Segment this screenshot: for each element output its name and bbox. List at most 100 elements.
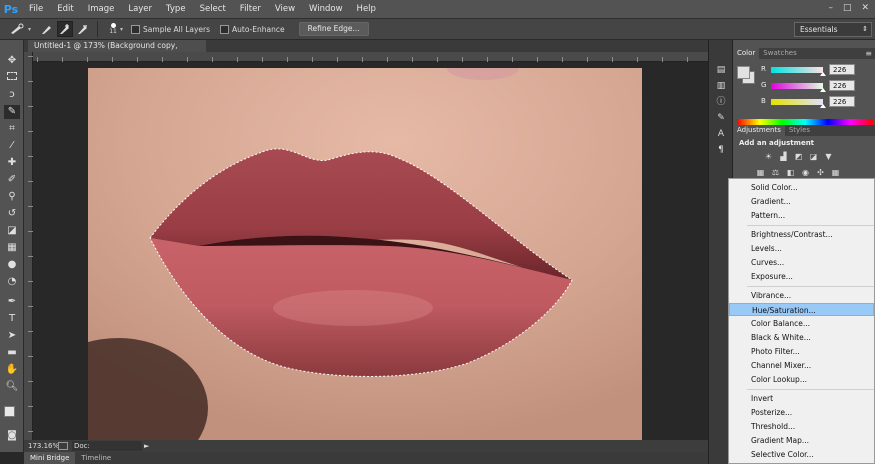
path-selection-tool-icon[interactable]: ➤ — [4, 329, 20, 343]
canvas-area[interactable] — [33, 62, 708, 440]
photo-filter-icon[interactable]: ◉ — [800, 168, 811, 178]
slider-green-track[interactable] — [771, 83, 823, 89]
menu-file[interactable]: File — [22, 0, 50, 18]
add-to-selection-brush-icon[interactable] — [57, 21, 74, 37]
brush-panel-icon[interactable]: ✎ — [715, 112, 727, 124]
slider-red[interactable]: R 226 — [761, 64, 875, 78]
menu-item-solid-color[interactable]: Solid Color... — [729, 181, 874, 194]
slider-green-thumb[interactable] — [820, 88, 826, 92]
lasso-tool-icon[interactable]: ↄ — [4, 88, 20, 102]
auto-enhance-checkbox[interactable] — [220, 24, 230, 34]
move-tool-icon[interactable]: ✥ — [4, 54, 20, 68]
document-tab[interactable]: Untitled-1 @ 173% (Background copy, RGB/… — [28, 40, 206, 62]
color-balance-icon[interactable]: ⚖ — [770, 168, 781, 178]
tab-adjustments[interactable]: Adjustments — [733, 125, 785, 136]
hue-saturation-icon[interactable]: ▦ — [755, 168, 766, 178]
tab-mini-bridge[interactable]: Mini Bridge — [24, 452, 76, 464]
blur-tool-icon[interactable]: ● — [4, 258, 20, 272]
brush-tool-icon[interactable]: ✐ — [4, 173, 20, 187]
menu-item-color-lookup[interactable]: Color Lookup... — [729, 373, 874, 386]
vibrance-icon[interactable]: ▼ — [823, 152, 834, 162]
brush-picker-chevron-icon[interactable]: ▾ — [120, 26, 123, 33]
slider-red-thumb[interactable] — [820, 72, 826, 76]
channel-mixer-icon[interactable]: ✣ — [815, 168, 826, 178]
color-lookup-icon[interactable]: ▦ — [830, 168, 841, 178]
levels-icon[interactable]: ▟ — [778, 152, 789, 162]
dodge-tool-icon[interactable]: ◔ — [4, 275, 20, 289]
menu-item-selective-color[interactable]: Selective Color... — [729, 448, 874, 461]
history-panel-icon[interactable]: ▤ — [715, 64, 727, 76]
gradient-tool-icon[interactable]: ▦ — [4, 241, 20, 255]
menu-item-levels[interactable]: Levels... — [729, 242, 874, 255]
menu-item-gradient-map[interactable]: Gradient Map... — [729, 434, 874, 447]
menu-help[interactable]: Help — [350, 0, 383, 18]
menu-filter[interactable]: Filter — [233, 0, 268, 18]
new-selection-brush-icon[interactable] — [39, 21, 55, 37]
menu-item-color-balance[interactable]: Color Balance... — [729, 317, 874, 330]
slider-blue[interactable]: B 226 — [761, 96, 875, 110]
quick-selection-tool-icon[interactable]: ✎ — [4, 105, 20, 119]
menu-item-vibrance[interactable]: Vibrance... — [729, 289, 874, 302]
foreground-color-swatch[interactable] — [4, 406, 15, 417]
slider-red-value[interactable]: 226 — [829, 64, 855, 75]
tab-swatches[interactable]: Swatches — [759, 48, 800, 59]
history-brush-tool-icon[interactable]: ↺ — [4, 207, 20, 221]
exposure-icon[interactable]: ◪ — [808, 152, 819, 162]
type-tool-icon[interactable]: T — [4, 312, 20, 326]
menu-item-photo-filter[interactable]: Photo Filter... — [729, 345, 874, 358]
menu-select[interactable]: Select — [193, 0, 233, 18]
menu-item-threshold[interactable]: Threshold... — [729, 420, 874, 433]
info-panel-icon[interactable]: ⓘ — [715, 96, 727, 108]
curves-icon[interactable]: ◩ — [793, 152, 804, 162]
crop-tool-icon[interactable]: ⌗ — [4, 122, 20, 136]
eyedropper-tool-icon[interactable]: ⁄ — [4, 139, 20, 153]
menu-type[interactable]: Type — [159, 0, 193, 18]
zoom-tool-icon[interactable]: 🔍︎ — [4, 380, 20, 394]
menu-item-brightness-contrast[interactable]: Brightness/Contrast... — [729, 228, 874, 241]
menu-item-posterize[interactable]: Posterize... — [729, 406, 874, 419]
slider-green-value[interactable]: 226 — [829, 80, 855, 91]
menu-view[interactable]: View — [268, 0, 302, 18]
brush-size-picker[interactable]: 11 — [106, 21, 120, 37]
rectangle-tool-icon[interactable]: ▬ — [4, 346, 20, 360]
menu-item-invert[interactable]: Invert — [729, 392, 874, 405]
slider-blue-thumb[interactable] — [820, 104, 826, 108]
paragraph-panel-icon[interactable]: ¶ — [715, 144, 727, 156]
menu-item-black-white[interactable]: Black & White... — [729, 331, 874, 344]
slider-green[interactable]: G 226 — [761, 80, 875, 94]
refine-edge-button[interactable]: Refine Edge... — [298, 22, 369, 36]
tab-styles[interactable]: Styles — [785, 125, 814, 136]
close-icon[interactable]: ✕ — [861, 3, 869, 13]
maximize-icon[interactable]: □ — [843, 3, 852, 13]
menu-window[interactable]: Window — [302, 0, 350, 18]
menu-image[interactable]: Image — [81, 0, 122, 18]
properties-panel-icon[interactable]: ▥ — [715, 80, 727, 92]
eraser-tool-icon[interactable]: ◪ — [4, 224, 20, 238]
foreground-color-chip[interactable] — [737, 66, 750, 79]
menu-item-exposure[interactable]: Exposure... — [729, 270, 874, 283]
tab-color[interactable]: Color — [733, 48, 760, 59]
quick-mask-icon[interactable]: ◙ — [4, 429, 20, 443]
tool-preset-chevron-icon[interactable]: ▾ — [28, 26, 31, 33]
slider-red-track[interactable] — [771, 67, 823, 73]
subtract-from-selection-brush-icon[interactable] — [75, 21, 91, 37]
minimize-icon[interactable]: – — [828, 3, 833, 13]
panel-menu-icon[interactable]: ≡ — [865, 49, 872, 58]
workspace-select[interactable]: Essentials ⇕ — [794, 22, 872, 37]
menu-item-curves[interactable]: Curves... — [729, 256, 874, 269]
brightness-contrast-icon[interactable]: ☀ — [763, 152, 774, 162]
menu-item-hue-saturation[interactable]: Hue/Saturation... — [729, 303, 874, 316]
hand-tool-icon[interactable]: ✋ — [4, 363, 20, 377]
slider-blue-track[interactable] — [771, 99, 823, 105]
tab-timeline[interactable]: Timeline — [75, 452, 117, 464]
pen-tool-icon[interactable]: ✒ — [4, 295, 20, 309]
menu-layer[interactable]: Layer — [121, 0, 159, 18]
menu-item-channel-mixer[interactable]: Channel Mixer... — [729, 359, 874, 372]
document-image[interactable] — [88, 68, 642, 440]
sample-all-layers-checkbox[interactable] — [131, 24, 141, 34]
clone-stamp-tool-icon[interactable]: ⚲ — [4, 190, 20, 204]
document-info-icon[interactable] — [58, 442, 68, 450]
menu-edit[interactable]: Edit — [50, 0, 80, 18]
spot-healing-tool-icon[interactable]: ✚ — [4, 156, 20, 170]
slider-blue-value[interactable]: 226 — [829, 96, 855, 107]
